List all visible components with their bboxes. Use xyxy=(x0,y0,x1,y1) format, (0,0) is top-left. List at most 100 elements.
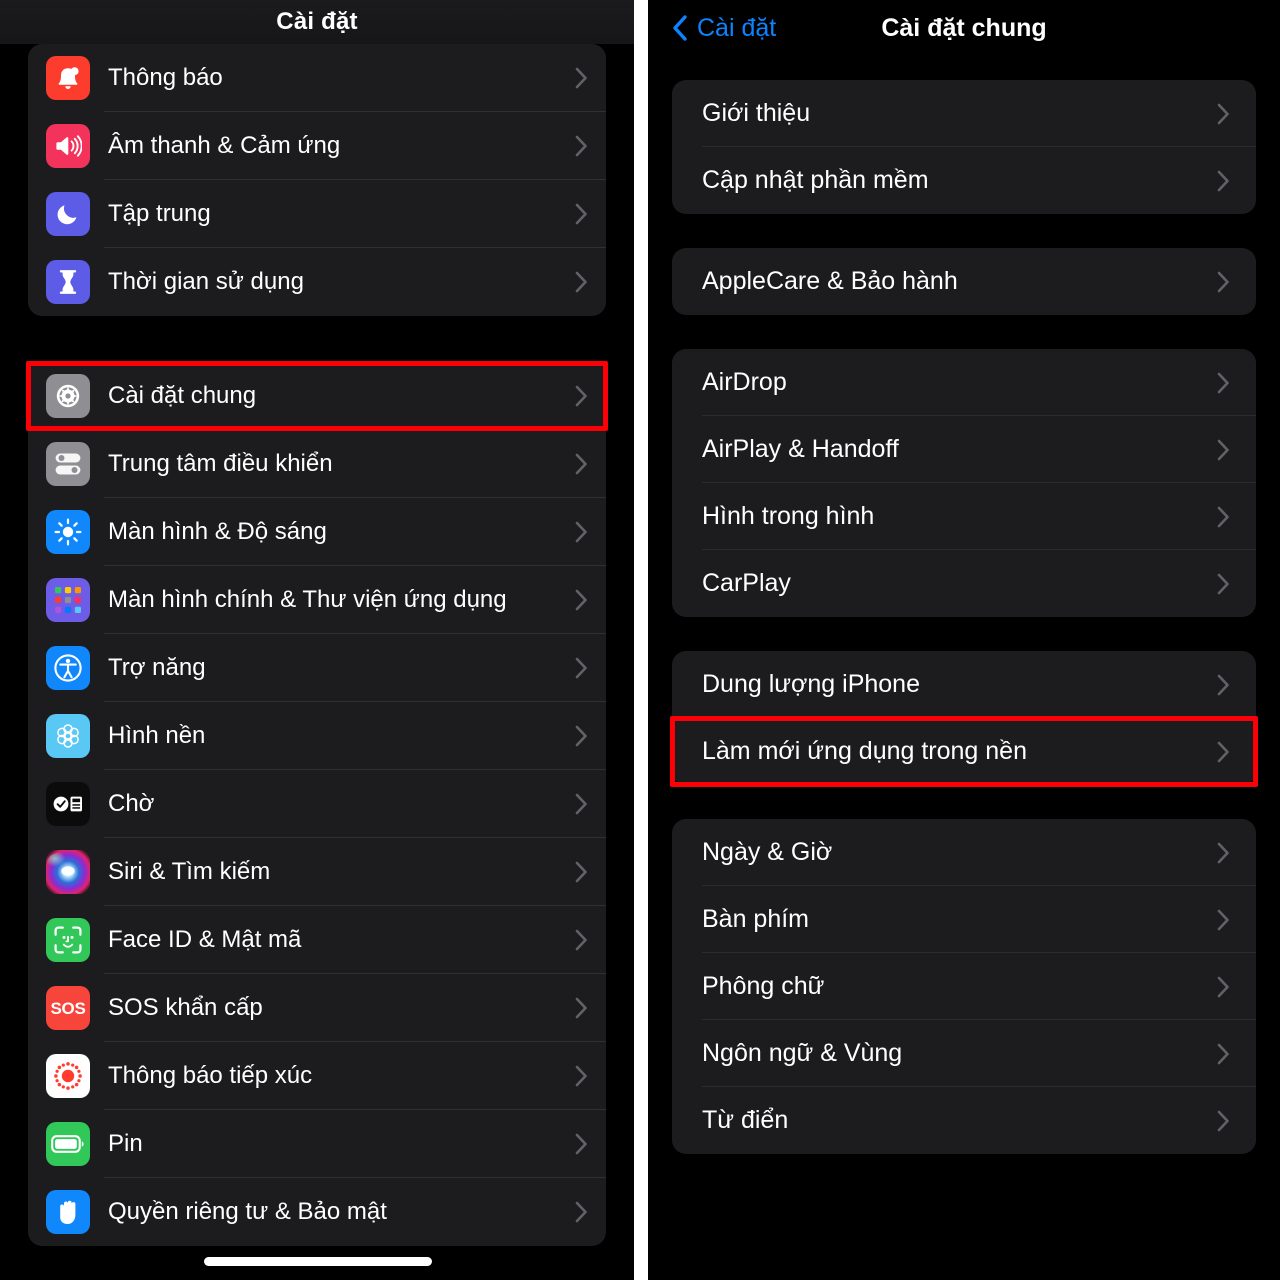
chevron-right-icon xyxy=(1217,573,1230,595)
settings-row-label: SOS khẩn cấp xyxy=(108,994,263,1021)
settings-row-h-nh-n-n[interactable]: Hình nền xyxy=(28,702,606,770)
settings-row-label: Thời gian sử dụng xyxy=(108,268,304,295)
toggles-icon xyxy=(46,442,90,486)
faceid-icon xyxy=(46,918,90,962)
general-row-label: Ngôn ngữ & Vùng xyxy=(702,1039,903,1067)
settings-row-label: Trung tâm điều khiển xyxy=(108,450,333,477)
left-nav-bar: Cài đặt xyxy=(0,0,634,44)
chevron-right-icon xyxy=(575,589,588,611)
home-indicator-left xyxy=(204,1257,432,1266)
settings-row-label: Chờ xyxy=(108,790,155,817)
sos-icon: SOS xyxy=(46,986,90,1030)
settings-row-face-id-m-t-m[interactable]: Face ID & Mật mã xyxy=(28,906,606,974)
chevron-right-icon xyxy=(1217,271,1230,293)
settings-row-m-n-h-nh-s-ng[interactable]: Màn hình & Độ sáng xyxy=(28,498,606,566)
general-row-label: AirPlay & Handoff xyxy=(702,435,899,463)
general-row-ph-ng-ch[interactable]: Phông chữ xyxy=(672,953,1256,1020)
general-row-label: CarPlay xyxy=(702,569,791,597)
chevron-right-icon xyxy=(575,793,588,815)
general-row-dung-l-ng-iphone[interactable]: Dung lượng iPhone xyxy=(672,651,1256,718)
chevron-right-icon xyxy=(575,1201,588,1223)
settings-row-ch[interactable]: Chờ xyxy=(28,770,606,838)
chevron-right-icon xyxy=(575,271,588,293)
chevron-right-icon xyxy=(1217,909,1230,931)
chevron-right-icon xyxy=(1217,170,1230,192)
general-row-label: Từ điển xyxy=(702,1106,789,1134)
group-notifications: Thông báo Âm thanh & Cảm ứng Tập trung T… xyxy=(28,44,606,316)
settings-row-trung-t-m-i-u-khi-n[interactable]: Trung tâm điều khiển xyxy=(28,430,606,498)
general-row-gi-i-thi-u[interactable]: Giới thiệu xyxy=(672,80,1256,147)
back-button[interactable]: Cài đặt xyxy=(672,14,776,43)
settings-list[interactable]: Thông báo Âm thanh & Cảm ứng Tập trung T… xyxy=(0,44,634,1246)
group-general: Cài đặt chung Trung tâm điều khiển Màn h… xyxy=(28,362,606,1246)
settings-row-label: Pin xyxy=(108,1130,143,1157)
hand-icon xyxy=(46,1190,90,1234)
settings-row-siri-t-m-ki-m[interactable]: Siri & Tìm kiếm xyxy=(28,838,606,906)
general-row-ng-y-gi[interactable]: Ngày & Giờ xyxy=(672,819,1256,886)
bell-icon xyxy=(46,56,90,100)
settings-row-tr-n-ng[interactable]: Trợ năng xyxy=(28,634,606,702)
chevron-right-icon xyxy=(575,1065,588,1087)
settings-row-quy-n-ri-ng-t-b-o-m-t[interactable]: Quyền riêng tư & Bảo mật xyxy=(28,1178,606,1246)
general-row-carplay[interactable]: CarPlay xyxy=(672,550,1256,617)
chevron-right-icon xyxy=(575,385,588,407)
settings-row-th-ng-b-o-ti-p-x-c[interactable]: Thông báo tiếp xúc xyxy=(28,1042,606,1110)
chevron-right-icon xyxy=(575,1133,588,1155)
settings-row-label: Tập trung xyxy=(108,200,211,227)
chevron-left-icon xyxy=(672,14,688,42)
general-row-label: AirDrop xyxy=(702,368,787,396)
exposure-icon xyxy=(46,1054,90,1098)
right-nav-bar: Cài đặt Cài đặt chung xyxy=(648,0,1280,56)
general-row-c-p-nh-t-ph-n-m-m[interactable]: Cập nhật phần mềm xyxy=(672,147,1256,214)
settings-row-m-thanh-c-m-ng[interactable]: Âm thanh & Cảm ứng xyxy=(28,112,606,180)
chevron-right-icon xyxy=(575,725,588,747)
group-about: Giới thiệu Cập nhật phần mềm xyxy=(672,80,1256,214)
group-applecare: AppleCare & Bảo hành xyxy=(672,248,1256,315)
general-row-applecare-b-o-h-nh[interactable]: AppleCare & Bảo hành xyxy=(672,248,1256,315)
settings-row-label: Face ID & Mật mã xyxy=(108,926,302,953)
settings-row-pin[interactable]: Pin xyxy=(28,1110,606,1178)
chevron-right-icon xyxy=(1217,506,1230,528)
hourglass-icon xyxy=(46,260,90,304)
screenshot-stage: Cài đặt Thông báo Âm thanh & Cảm ứng Tập… xyxy=(0,0,1280,1280)
general-row-ng-n-ng-v-ng[interactable]: Ngôn ngữ & Vùng xyxy=(672,1020,1256,1087)
general-row-b-n-ph-m[interactable]: Bàn phím xyxy=(672,886,1256,953)
group-sharing: AirDrop AirPlay & Handoff Hình trong hìn… xyxy=(672,349,1256,617)
general-settings-panel: Cài đặt Cài đặt chung Giới thiệu Cập nhậ… xyxy=(648,0,1280,1280)
settings-row-m-n-h-nh-ch-nh-th-vi-n-ng-d-ng[interactable]: Màn hình chính & Thư viện ứng dụng xyxy=(28,566,606,634)
general-row-label: Ngày & Giờ xyxy=(702,838,833,866)
chevron-right-icon xyxy=(575,67,588,89)
settings-row-th-ng-b-o[interactable]: Thông báo xyxy=(28,44,606,112)
settings-row-sos-kh-n-c-p[interactable]: SOS SOS khẩn cấp xyxy=(28,974,606,1042)
chevron-right-icon xyxy=(575,453,588,475)
settings-row-label: Quyền riêng tư & Bảo mật xyxy=(108,1198,387,1225)
settings-row-t-p-trung[interactable]: Tập trung xyxy=(28,180,606,248)
moon-icon xyxy=(46,192,90,236)
chevron-right-icon xyxy=(1217,674,1230,696)
settings-row-label: Hình nền xyxy=(108,722,206,749)
general-row-label: Dung lượng iPhone xyxy=(702,670,920,698)
brightness-icon xyxy=(46,510,90,554)
settings-row-label: Trợ năng xyxy=(108,654,206,681)
settings-row-th-i-gian-s-d-ng[interactable]: Thời gian sử dụng xyxy=(28,248,606,316)
settings-row-label: Cài đặt chung xyxy=(108,382,257,409)
general-row-airdrop[interactable]: AirDrop xyxy=(672,349,1256,416)
settings-row-label: Âm thanh & Cảm ứng xyxy=(108,132,341,159)
general-row-t-i-n[interactable]: Từ điển xyxy=(672,1087,1256,1154)
chevron-right-icon xyxy=(1217,372,1230,394)
general-row-h-nh-trong-h-nh[interactable]: Hình trong hình xyxy=(672,483,1256,550)
gear-icon xyxy=(46,374,90,418)
chevron-right-icon xyxy=(1217,1110,1230,1132)
page-title: Cài đặt xyxy=(276,8,358,35)
chevron-right-icon xyxy=(575,929,588,951)
settings-row-c-i-t-chung[interactable]: Cài đặt chung xyxy=(28,362,606,430)
siri-icon xyxy=(46,850,90,894)
accessibility-icon xyxy=(46,646,90,690)
general-row-airplay-handoff[interactable]: AirPlay & Handoff xyxy=(672,416,1256,483)
general-row-l-m-m-i-ng-d-ng-trong-n-n[interactable]: Làm mới ứng dụng trong nền xyxy=(672,718,1256,785)
general-settings-list[interactable]: Giới thiệu Cập nhật phần mềm AppleCare &… xyxy=(648,56,1280,1154)
